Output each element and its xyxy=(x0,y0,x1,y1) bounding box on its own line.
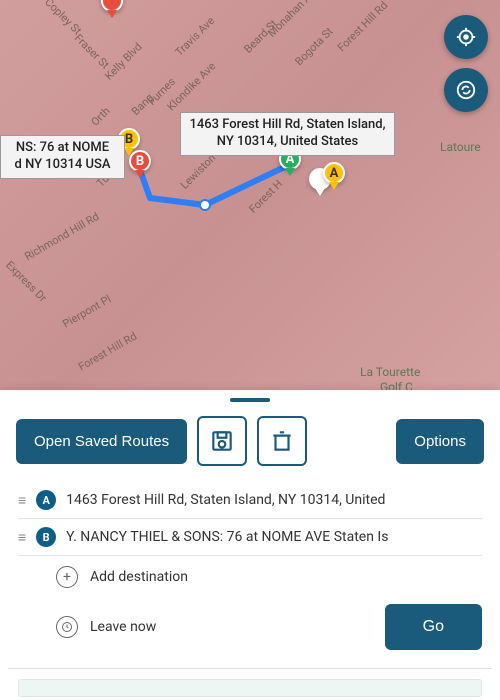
street-travis: Travis Ave xyxy=(173,14,218,59)
street-fraser: Fraser St xyxy=(72,32,112,72)
trash-icon xyxy=(269,428,295,454)
refresh-icon xyxy=(455,79,477,101)
delete-route-button[interactable] xyxy=(257,416,307,466)
street-express: Express Dr xyxy=(3,258,49,304)
go-button[interactable]: Go xyxy=(385,604,482,650)
route-polyline xyxy=(0,0,500,390)
divider xyxy=(8,668,492,669)
plus-icon: + xyxy=(56,566,78,588)
locate-button[interactable] xyxy=(444,15,488,59)
street-forest-hill: Forest Hill Rd xyxy=(335,0,390,54)
refresh-button[interactable] xyxy=(444,68,488,112)
stop-row-b[interactable]: ≡ B Y. NANCY THIEL & SONS: 76 at NOME AV… xyxy=(18,519,482,556)
street-forest-h: Forest H xyxy=(246,177,285,216)
route-panel: Open Saved Routes Options ≡ A 1463 Fores… xyxy=(0,390,500,700)
tooltip-main: 1463 Forest Hill Rd, Staten Island, NY 1… xyxy=(180,112,395,156)
street-forest-hill2: Forest Hill Rd xyxy=(76,330,139,374)
tooltip-partial: NS: 76 at NOME d NY 10314 USA xyxy=(0,135,125,179)
reorder-handle-icon[interactable]: ≡ xyxy=(18,529,26,546)
reorder-handle-icon[interactable]: ≡ xyxy=(18,492,26,509)
go-row: Leave now Go xyxy=(0,598,500,656)
street-bogota: Bogota St xyxy=(292,25,335,68)
clock-icon xyxy=(56,616,78,638)
street-pierpont: Pierpont Pl xyxy=(60,292,113,330)
leave-now-button[interactable]: Leave now xyxy=(18,616,156,638)
save-route-button[interactable] xyxy=(197,416,247,466)
footer-strip xyxy=(18,679,482,697)
map-canvas[interactable]: Copley St Fraser St Kelly Blvd Travis Av… xyxy=(0,0,500,390)
add-destination-label: Add destination xyxy=(90,569,188,585)
open-saved-routes-button[interactable]: Open Saved Routes xyxy=(16,419,187,464)
street-richmond: Richmond Hill Rd xyxy=(22,210,101,263)
stop-row-a[interactable]: ≡ A 1463 Forest Hill Rd, Staten Island, … xyxy=(18,482,482,519)
toolbar: Open Saved Routes Options xyxy=(0,402,500,476)
stop-b-text[interactable]: Y. NANCY THIEL & SONS: 76 at NOME AVE St… xyxy=(66,529,482,545)
marker-red-top[interactable] xyxy=(100,0,124,22)
street-lewis: Lewiston xyxy=(178,151,218,191)
park-label-2b: Golf C xyxy=(380,380,413,390)
marker-a-yellow[interactable]: A xyxy=(322,162,346,194)
park-label-2a: La Tourette xyxy=(360,365,420,379)
crosshair-icon xyxy=(455,26,477,48)
street-orth: Orth xyxy=(89,104,113,128)
stops-list: ≡ A 1463 Forest Hill Rd, Staten Island, … xyxy=(0,476,500,556)
stop-badge-a: A xyxy=(36,490,56,510)
leave-now-label: Leave now xyxy=(90,619,156,635)
stop-a-text[interactable]: 1463 Forest Hill Rd, Staten Island, NY 1… xyxy=(66,492,482,508)
park-label-1: Latoure xyxy=(440,140,481,154)
options-button[interactable]: Options xyxy=(396,419,484,464)
add-destination-row[interactable]: + Add destination xyxy=(0,556,500,598)
stop-badge-b: B xyxy=(36,527,56,547)
marker-b-red[interactable]: B xyxy=(128,150,152,182)
save-icon xyxy=(209,428,235,454)
street-copley: Copley St xyxy=(42,0,84,37)
